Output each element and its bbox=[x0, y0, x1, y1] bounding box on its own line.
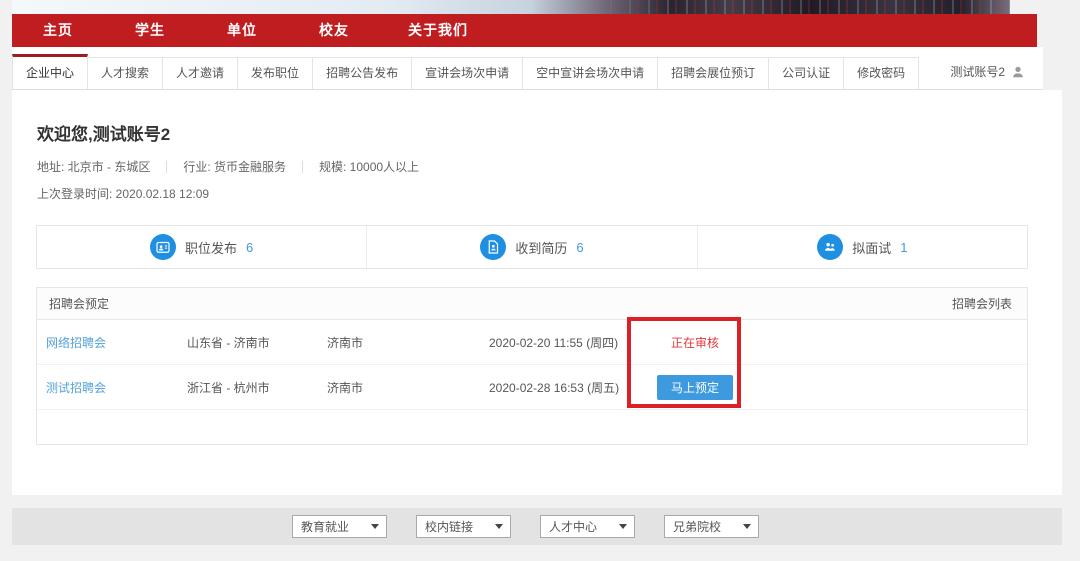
divider bbox=[302, 161, 303, 173]
fair-city: 济南市 bbox=[327, 334, 489, 351]
job-fair-list-link[interactable]: 招聘会列表 bbox=[952, 295, 1012, 312]
campus-photo-banner bbox=[12, 0, 1010, 14]
fair-name-link[interactable]: 网络招聘会 bbox=[46, 336, 106, 350]
footer-bar: 教育就业 校内链接 人才中心 兄弟院校 bbox=[12, 508, 1062, 545]
nav-item-students[interactable]: 学生 bbox=[114, 14, 186, 47]
interview-icon bbox=[817, 234, 843, 260]
footer-dropdown-campus-links[interactable]: 校内链接 bbox=[416, 515, 511, 538]
crowd-photo-texture bbox=[12, 0, 1010, 14]
welcome-heading: 欢迎您,测试账号2 bbox=[37, 120, 170, 145]
stat-jobs-posted[interactable]: 职位发布 6 bbox=[37, 226, 366, 268]
book-now-button[interactable]: 马上预定 bbox=[657, 375, 733, 400]
last-login-time: 上次登录时间: 2020.02.18 12:09 bbox=[37, 185, 209, 202]
stats-panel: 职位发布 6 收到简历 6 拟面试 1 bbox=[36, 225, 1028, 269]
footer-dropdown-partner-schools[interactable]: 兄弟院校 bbox=[664, 515, 759, 538]
job-post-icon bbox=[150, 234, 176, 260]
tab-bar: 企业中心 人才搜索 人才邀请 发布职位 招聘公告发布 宣讲会场次申请 空中宣讲会… bbox=[12, 55, 1043, 90]
nav-item-home[interactable]: 主页 bbox=[22, 14, 94, 47]
tab-info-session-apply[interactable]: 宣讲会场次申请 bbox=[412, 57, 523, 89]
stat-value[interactable]: 6 bbox=[246, 240, 253, 255]
tab-company-verification[interactable]: 公司认证 bbox=[769, 57, 844, 89]
fair-datetime: 2020-02-20 11:55 (周四) bbox=[489, 334, 640, 351]
main-panel: 欢迎您,测试账号2 地址: 北京市 - 东城区 行业: 货币金融服务 规模: 1… bbox=[12, 90, 1062, 495]
tab-talent-search[interactable]: 人才搜索 bbox=[88, 57, 163, 89]
footer-dropdown-talent-center[interactable]: 人才中心 bbox=[540, 515, 635, 538]
dropdown-label: 校内链接 bbox=[425, 518, 473, 535]
footer-dropdown-education-employment[interactable]: 教育就业 bbox=[292, 515, 387, 538]
job-fair-panel: 招聘会预定 招聘会列表 网络招聘会 山东省 - 济南市 济南市 2020-02-… bbox=[36, 287, 1028, 445]
company-address: 地址: 北京市 - 东城区 bbox=[37, 158, 150, 175]
stat-value[interactable]: 6 bbox=[576, 240, 583, 255]
tab-talent-invite[interactable]: 人才邀请 bbox=[163, 57, 238, 89]
job-fair-title: 招聘会预定 bbox=[49, 295, 109, 312]
dropdown-label: 兄弟院校 bbox=[673, 518, 721, 535]
dropdown-label: 人才中心 bbox=[549, 518, 597, 535]
chevron-down-icon bbox=[743, 524, 751, 529]
tab-change-password[interactable]: 修改密码 bbox=[844, 57, 919, 89]
tab-post-job[interactable]: 发布职位 bbox=[238, 57, 313, 89]
fair-location: 山东省 - 济南市 bbox=[187, 334, 327, 351]
fair-name-link[interactable]: 测试招聘会 bbox=[46, 381, 106, 395]
dropdown-label: 教育就业 bbox=[301, 518, 349, 535]
nav-item-alumni[interactable]: 校友 bbox=[298, 14, 370, 47]
chevron-down-icon bbox=[495, 524, 503, 529]
company-industry: 行业: 货币金融服务 bbox=[183, 158, 286, 175]
tab-recruit-announcement[interactable]: 招聘公告发布 bbox=[313, 57, 412, 89]
user-icon bbox=[1011, 65, 1025, 79]
job-fair-row: 网络招聘会 山东省 - 济南市 济南市 2020-02-20 11:55 (周四… bbox=[37, 320, 1027, 365]
stat-resumes-received[interactable]: 收到简历 6 bbox=[366, 226, 696, 268]
chevron-down-icon bbox=[619, 524, 627, 529]
nav-item-employers[interactable]: 单位 bbox=[206, 14, 278, 47]
stat-label: 拟面试 bbox=[852, 238, 891, 257]
tab-online-info-session-apply[interactable]: 空中宣讲会场次申请 bbox=[523, 57, 658, 89]
divider bbox=[166, 161, 167, 173]
company-size: 规模: 10000人以上 bbox=[319, 158, 419, 175]
tab-fair-booth-booking[interactable]: 招聘会展位预订 bbox=[658, 57, 769, 89]
company-info-line: 地址: 北京市 - 东城区 行业: 货币金融服务 规模: 10000人以上 bbox=[37, 158, 419, 175]
stat-label: 收到简历 bbox=[515, 238, 567, 257]
fair-city: 济南市 bbox=[327, 379, 489, 396]
chevron-down-icon bbox=[371, 524, 379, 529]
nav-item-about[interactable]: 关于我们 bbox=[390, 14, 486, 47]
stat-value[interactable]: 1 bbox=[900, 240, 907, 255]
job-fair-header: 招聘会预定 招聘会列表 bbox=[37, 288, 1027, 320]
job-fair-row: 测试招聘会 浙江省 - 杭州市 济南市 2020-02-28 16:53 (周五… bbox=[37, 365, 1027, 410]
tab-enterprise-center[interactable]: 企业中心 bbox=[12, 54, 88, 89]
account-name: 测试账号2 bbox=[950, 63, 1005, 80]
account-menu[interactable]: 测试账号2 bbox=[950, 54, 1043, 89]
page: 主页 学生 单位 校友 关于我们 企业中心 人才搜索 人才邀请 发布职位 招聘公… bbox=[0, 0, 1080, 561]
stat-planned-interviews[interactable]: 拟面试 1 bbox=[697, 226, 1027, 268]
fair-location: 浙江省 - 杭州市 bbox=[187, 379, 327, 396]
fair-datetime: 2020-02-28 16:53 (周五) bbox=[489, 379, 640, 396]
resume-icon bbox=[480, 234, 506, 260]
stat-label: 职位发布 bbox=[185, 238, 237, 257]
main-nav: 主页 学生 单位 校友 关于我们 bbox=[12, 14, 1037, 47]
status-under-review: 正在审核 bbox=[671, 336, 719, 350]
